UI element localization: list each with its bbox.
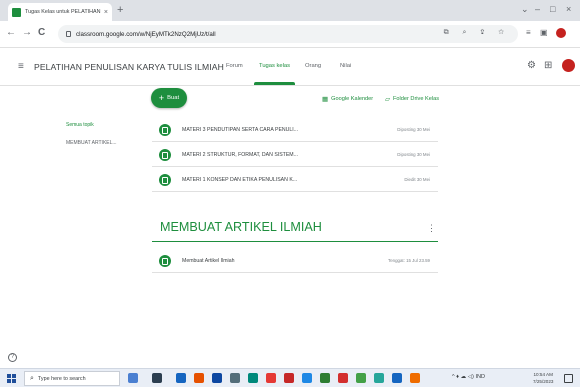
tab-close-icon[interactable]: × bbox=[104, 9, 108, 16]
account-avatar[interactable] bbox=[562, 59, 575, 72]
browser-toolbar: ← → C classroom.google.com/w/NjEyMTk2NzQ… bbox=[0, 21, 580, 48]
task-view-icon[interactable] bbox=[152, 373, 162, 383]
app-icon[interactable] bbox=[194, 373, 204, 383]
app-icon[interactable] bbox=[392, 373, 402, 383]
close-window-button[interactable]: × bbox=[566, 4, 571, 14]
search-icon: ⌕ bbox=[30, 374, 34, 382]
material-icon bbox=[159, 173, 171, 186]
chevron-down-icon[interactable]: ⌄ bbox=[521, 4, 529, 14]
more-options-icon[interactable]: ⋮ bbox=[427, 224, 436, 233]
drive-folder-label: Folder Drive Kelas bbox=[393, 96, 440, 102]
app-icon[interactable] bbox=[212, 373, 222, 383]
app-icon[interactable] bbox=[302, 373, 312, 383]
app-icon[interactable] bbox=[374, 373, 384, 383]
minimize-button[interactable]: – bbox=[535, 4, 540, 14]
clock-date: 7/25/2023 bbox=[533, 379, 554, 384]
material-date: Diposting 30 Mei bbox=[397, 152, 430, 157]
windows-taskbar: ⌕ Type here to search ^ ♦ ☁ ◁) IND 10:54… bbox=[0, 368, 580, 387]
taskbar-clock[interactable]: 10:54 AM 7/25/2023 bbox=[533, 371, 553, 385]
app-icon[interactable] bbox=[248, 373, 258, 383]
back-button[interactable]: ← bbox=[6, 27, 16, 39]
lock-icon bbox=[66, 31, 71, 37]
list-item[interactable]: MATERI 3 PENDUTIPAN SERTA CARA PENULI...… bbox=[152, 118, 438, 142]
plus-icon: + bbox=[158, 92, 165, 103]
topic-title: MEMBUAT ARTIKEL ILMIAH bbox=[160, 220, 322, 234]
app-icon[interactable] bbox=[338, 373, 348, 383]
forward-button[interactable]: → bbox=[22, 27, 32, 39]
material-title: MATERI 3 PENDUTIPAN SERTA CARA PENULI... bbox=[182, 126, 299, 133]
active-tab-indicator bbox=[254, 82, 295, 85]
omnibox-action-icons[interactable]: ⧉ ⌕ ⇪ ☆ bbox=[444, 29, 510, 37]
assignment-title: Membuat Artikel Ilmiah bbox=[182, 257, 235, 264]
tab-forum[interactable]: Forum bbox=[226, 63, 243, 69]
app-icon[interactable] bbox=[266, 373, 276, 383]
browser-tab-strip: Tugas Kelas untuk PELATIHAN PE × + ⌄ – □… bbox=[0, 0, 580, 21]
material-title: MATERI 1 KONSEP DAN ETIKA PENULISAN K... bbox=[182, 176, 298, 183]
assignment-due-date: Tenggat: 15 Jul 23.59 bbox=[388, 258, 430, 263]
classroom-favicon-icon bbox=[12, 7, 21, 17]
material-title: MATERI 2 STRUKTUR, FORMAT, DAN SISTEM... bbox=[182, 151, 298, 158]
taskbar-search-input[interactable]: ⌕ Type here to search bbox=[24, 371, 120, 386]
drive-folder-icon: ▱ bbox=[385, 96, 390, 103]
cortana-icon[interactable] bbox=[128, 373, 138, 383]
help-icon[interactable]: ? bbox=[8, 353, 17, 362]
new-tab-button[interactable]: + bbox=[117, 3, 123, 17]
calendar-icon: ▦ bbox=[322, 96, 329, 103]
taskbar-search-placeholder: Type here to search bbox=[37, 375, 86, 382]
maximize-button[interactable]: □ bbox=[550, 4, 555, 14]
list-item[interactable]: MATERI 2 STRUKTUR, FORMAT, DAN SISTEM...… bbox=[152, 143, 438, 167]
app-icon[interactable] bbox=[176, 373, 186, 383]
app-icon[interactable] bbox=[356, 373, 366, 383]
browser-tab-title: Tugas Kelas untuk PELATIHAN PE bbox=[25, 9, 101, 15]
classroom-header: ≡ PELATIHAN PENULISAN KARYA TULIS ILMIAH… bbox=[0, 48, 580, 86]
gear-icon[interactable]: ⚙ bbox=[527, 61, 536, 71]
app-icon[interactable] bbox=[230, 373, 240, 383]
windows-start-icon[interactable] bbox=[7, 374, 16, 383]
sidebar-item-membuat-artikel[interactable]: MEMBUAT ARTIKEL... bbox=[66, 140, 117, 146]
tab-people[interactable]: Orang bbox=[305, 63, 321, 69]
create-button[interactable]: + Buat bbox=[151, 88, 187, 108]
drive-folder-link[interactable]: ▱ Folder Drive Kelas bbox=[385, 95, 439, 103]
url-text: classroom.google.com/w/NjEyMTk2NzQ2MjUz/… bbox=[76, 30, 216, 38]
google-calendar-link[interactable]: ▦ Google Kalender bbox=[322, 95, 373, 103]
list-item[interactable]: MATERI 1 KONSEP DAN ETIKA PENULISAN K...… bbox=[152, 168, 438, 192]
clock-time: 10:54 AM bbox=[533, 372, 553, 377]
reload-button[interactable]: C bbox=[38, 27, 45, 39]
address-bar[interactable]: classroom.google.com/w/NjEyMTk2NzQ2MjUz/… bbox=[58, 25, 518, 43]
app-icon[interactable] bbox=[284, 373, 294, 383]
main-menu-icon[interactable]: ≡ bbox=[18, 62, 24, 72]
side-panel-icon[interactable]: ▣ bbox=[540, 28, 548, 38]
app-icon[interactable] bbox=[410, 373, 420, 383]
profile-avatar[interactable] bbox=[556, 28, 566, 38]
create-button-label: Buat bbox=[167, 95, 180, 101]
list-item[interactable]: Membuat Artikel Ilmiah Tenggat: 15 Jul 2… bbox=[152, 249, 438, 273]
tab-classwork[interactable]: Tugas kelas bbox=[259, 63, 290, 69]
apps-grid-icon[interactable]: ⊞ bbox=[544, 61, 552, 71]
material-date: Diposting 30 Mei bbox=[397, 127, 430, 132]
app-icon[interactable] bbox=[320, 373, 330, 383]
topic-divider bbox=[152, 241, 438, 242]
sidebar-item-all-topics[interactable]: Semua topik bbox=[66, 122, 94, 128]
browser-tab[interactable]: Tugas Kelas untuk PELATIHAN PE × bbox=[8, 3, 112, 21]
material-icon bbox=[159, 123, 171, 136]
tab-grades[interactable]: Nilai bbox=[340, 63, 351, 69]
material-date: Diedit 30 Mei bbox=[404, 177, 430, 182]
notification-icon[interactable] bbox=[564, 374, 573, 383]
reading-list-icon[interactable]: ≡ bbox=[526, 28, 531, 38]
material-icon bbox=[159, 148, 171, 161]
google-calendar-label: Google Kalender bbox=[331, 96, 374, 102]
class-title[interactable]: PELATIHAN PENULISAN KARYA TULIS ILMIAH bbox=[34, 62, 224, 72]
assignment-icon bbox=[159, 254, 171, 267]
system-tray-icons[interactable]: ^ ♦ ☁ ◁) IND bbox=[452, 374, 485, 380]
